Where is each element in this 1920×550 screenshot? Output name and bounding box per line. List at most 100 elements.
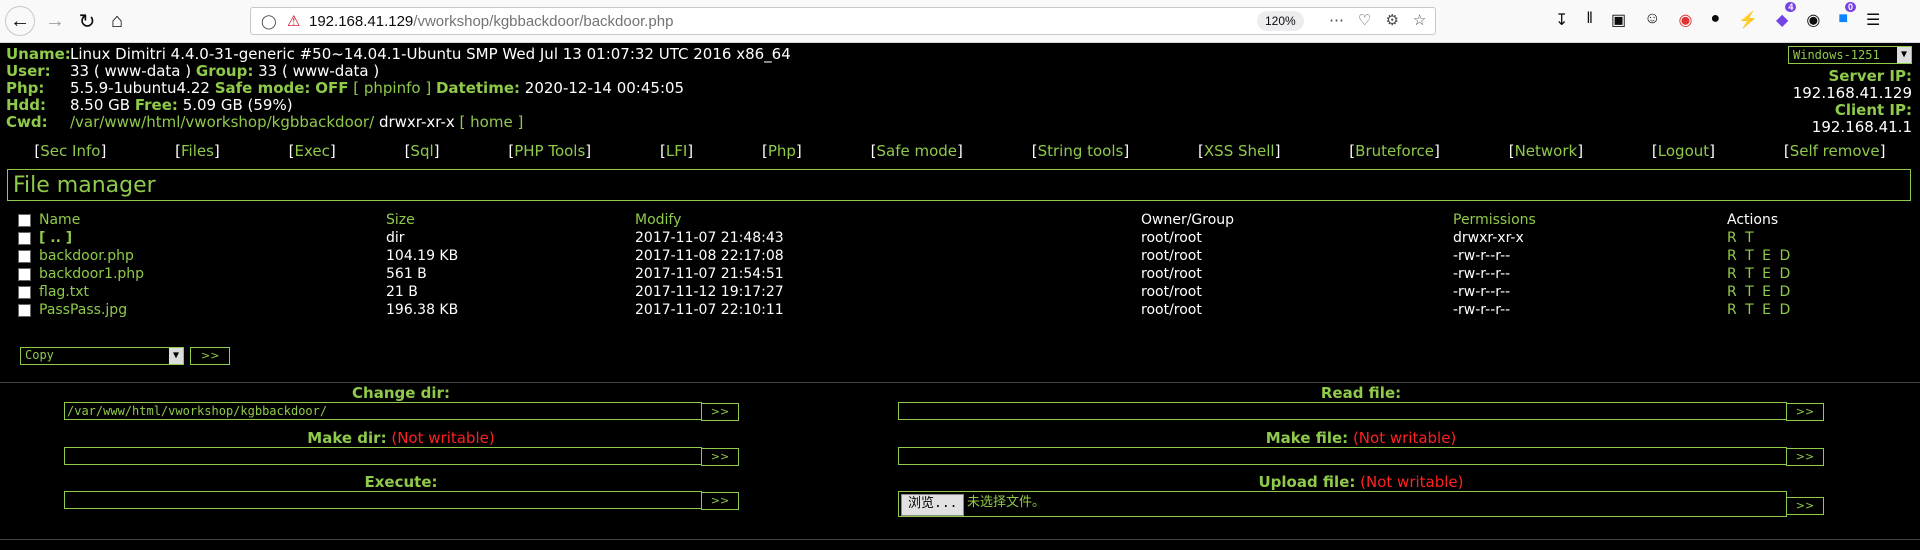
menu-item-php[interactable]: [Php] bbox=[762, 142, 802, 160]
file-perms[interactable]: drwxr-xr-x bbox=[1453, 229, 1727, 247]
sidebar-icon[interactable]: ▣ bbox=[1611, 10, 1626, 30]
bookmark-star-icon[interactable]: ☆ bbox=[1413, 11, 1426, 29]
read-file-go-button[interactable]: >> bbox=[1786, 403, 1824, 421]
row-checkbox[interactable] bbox=[18, 267, 31, 281]
url-text[interactable]: 192.168.41.129/vworkshop/kgbbackdoor/bac… bbox=[309, 13, 673, 30]
url-bar[interactable]: ◯ ⚠ 192.168.41.129/vworkshop/kgbbackdoor… bbox=[250, 7, 1436, 35]
file-perms[interactable]: -rw-r--r-- bbox=[1453, 283, 1727, 301]
upload-go-button[interactable]: >> bbox=[1786, 497, 1824, 515]
select-all-checkbox[interactable] bbox=[18, 213, 31, 227]
menu-link[interactable]: Sec Info bbox=[40, 142, 100, 160]
menu-item-string-tools[interactable]: [String tools] bbox=[1032, 142, 1129, 160]
file-actions[interactable]: R T E D bbox=[1727, 247, 1907, 265]
menu-link[interactable]: Sql bbox=[410, 142, 433, 160]
home-button[interactable]: ⌂ bbox=[103, 7, 131, 35]
browse-button[interactable]: 浏览... bbox=[901, 494, 965, 516]
menu-link[interactable]: LFI bbox=[666, 142, 687, 160]
phpinfo-link[interactable]: [ phpinfo ] bbox=[353, 80, 431, 97]
bolt-icon[interactable]: ⚡ bbox=[1738, 10, 1758, 30]
extension-circle-icon[interactable]: ● bbox=[1710, 10, 1720, 30]
pocket-icon[interactable]: ♡ bbox=[1358, 11, 1371, 29]
home-link[interactable]: [ home ] bbox=[460, 114, 524, 131]
make-dir-input[interactable] bbox=[64, 447, 702, 465]
account-icon[interactable]: ☺ bbox=[1644, 10, 1660, 30]
file-name-link[interactable]: flag.txt bbox=[39, 284, 89, 300]
page-actions-icon[interactable]: ⋯ bbox=[1329, 11, 1344, 29]
file-name-link[interactable]: backdoor1.php bbox=[39, 266, 144, 282]
menu-icon[interactable]: ☰ bbox=[1866, 10, 1880, 30]
menu-item-xss-shell[interactable]: [XSS Shell] bbox=[1198, 142, 1280, 160]
change-dir-go-button[interactable]: >> bbox=[701, 403, 739, 421]
menu-item-self-remove[interactable]: [Self remove] bbox=[1784, 142, 1886, 160]
row-checkbox[interactable] bbox=[18, 249, 31, 263]
menu-link[interactable]: Network bbox=[1515, 142, 1578, 160]
menu-link[interactable]: Self remove bbox=[1790, 142, 1880, 160]
menu-link[interactable]: XSS Shell bbox=[1204, 142, 1275, 160]
menu-link[interactable]: Safe mode bbox=[876, 142, 957, 160]
bulk-go-button[interactable]: >> bbox=[190, 346, 231, 365]
file-actions[interactable]: R T bbox=[1727, 229, 1907, 247]
file-name-link[interactable]: [ .. ] bbox=[39, 230, 72, 246]
execute-go-button[interactable]: >> bbox=[701, 492, 739, 510]
menu-link[interactable]: Php bbox=[768, 142, 796, 160]
tracking-shield-icon[interactable]: ◯ bbox=[261, 13, 277, 30]
make-file-input[interactable] bbox=[898, 447, 1787, 465]
menu-item-sql[interactable]: [Sql] bbox=[405, 142, 440, 160]
make-file-go-button[interactable]: >> bbox=[1786, 448, 1824, 466]
encoding-select[interactable]: Windows-1251 ▼ bbox=[1788, 46, 1912, 64]
insecure-lock-icon[interactable]: ⚠ bbox=[287, 12, 300, 30]
file-modify: 2017-11-07 21:54:51 bbox=[635, 266, 784, 282]
col-name[interactable]: Name bbox=[39, 212, 80, 228]
file-perms[interactable]: -rw-r--r-- bbox=[1453, 301, 1727, 319]
reload-button[interactable]: ↻ bbox=[73, 7, 101, 35]
back-button[interactable]: ← bbox=[5, 6, 35, 36]
menu-item-network[interactable]: [Network] bbox=[1509, 142, 1583, 160]
bulk-action-select[interactable]: Copy ▼ bbox=[20, 346, 184, 365]
file-perms[interactable]: -rw-r--r-- bbox=[1453, 265, 1727, 283]
menu-item-files[interactable]: [Files] bbox=[175, 142, 220, 160]
no-file-text: 未选择文件。 bbox=[967, 495, 1046, 510]
forward-button[interactable]: → bbox=[41, 7, 69, 35]
menu-item-php-tools[interactable]: [PHP Tools] bbox=[508, 142, 591, 160]
menu-item-exec[interactable]: [Exec] bbox=[289, 142, 336, 160]
make-dir-go-button[interactable]: >> bbox=[701, 448, 739, 466]
execute-input[interactable] bbox=[64, 491, 702, 509]
extension-red-icon[interactable]: ◉ bbox=[1678, 10, 1692, 30]
row-checkbox[interactable] bbox=[18, 231, 31, 245]
cwd-path-link[interactable]: /var/www/html/vworkshop/kgbbackdoor/ bbox=[70, 114, 374, 131]
elephant-icon[interactable]: ◉ bbox=[1806, 10, 1820, 30]
zoom-indicator[interactable]: 120% bbox=[1257, 11, 1304, 31]
file-perms[interactable]: -rw-r--r-- bbox=[1453, 247, 1727, 265]
file-name-link[interactable]: PassPass.jpg bbox=[39, 302, 127, 318]
row-checkbox[interactable] bbox=[18, 303, 31, 317]
library-icon[interactable]: ‖ bbox=[1586, 10, 1593, 30]
user-label: User: bbox=[6, 62, 51, 80]
menu-item-logout[interactable]: [Logout] bbox=[1652, 142, 1715, 160]
menu-link[interactable]: Logout bbox=[1658, 142, 1709, 160]
menu-item-lfi[interactable]: [LFI] bbox=[660, 142, 693, 160]
read-file-input[interactable] bbox=[898, 402, 1787, 420]
extension-badge-icon[interactable]: ◆ 4 bbox=[1776, 2, 1797, 30]
col-permissions[interactable]: Permissions bbox=[1453, 211, 1727, 229]
downloads-icon[interactable]: ↧ bbox=[1555, 10, 1568, 30]
menu-link[interactable]: PHP Tools bbox=[514, 142, 585, 160]
menu-link[interactable]: String tools bbox=[1038, 142, 1124, 160]
extension-blue-icon[interactable]: ■ 0 bbox=[1838, 2, 1856, 30]
col-modify[interactable]: Modify bbox=[635, 211, 1141, 229]
row-checkbox[interactable] bbox=[18, 285, 31, 299]
file-actions[interactable]: R T E D bbox=[1727, 265, 1907, 283]
col-size[interactable]: Size bbox=[386, 211, 635, 229]
change-dir-input[interactable]: /var/www/html/vworkshop/kgbbackdoor/ bbox=[64, 402, 702, 420]
arrow-right-icon: → bbox=[45, 9, 65, 32]
menu-link[interactable]: Exec bbox=[294, 142, 329, 160]
menu-item-safe-mode[interactable]: [Safe mode] bbox=[871, 142, 963, 160]
file-name-link[interactable]: backdoor.php bbox=[39, 248, 134, 264]
file-actions[interactable]: R T E D bbox=[1727, 301, 1907, 319]
menu-item-bruteforce[interactable]: [Bruteforce] bbox=[1349, 142, 1440, 160]
col-owner: Owner/Group bbox=[1141, 212, 1235, 228]
file-actions[interactable]: R T E D bbox=[1727, 283, 1907, 301]
extension-icon[interactable]: ⚙ bbox=[1385, 11, 1398, 29]
menu-link[interactable]: Files bbox=[181, 142, 214, 160]
menu-link[interactable]: Bruteforce bbox=[1355, 142, 1434, 160]
menu-item-sec-info[interactable]: [Sec Info] bbox=[34, 142, 106, 160]
